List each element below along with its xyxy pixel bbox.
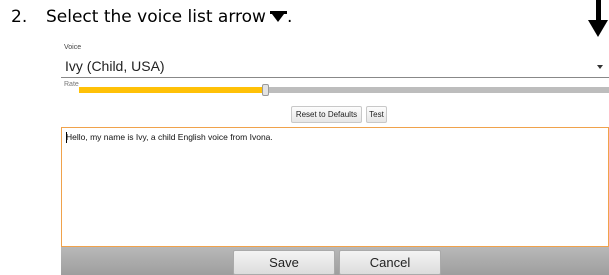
test-button[interactable]: Test xyxy=(366,106,387,123)
instruction: 2. Select the voice list arrow. xyxy=(0,0,609,40)
voice-selected-value: Ivy (Child, USA) xyxy=(65,58,165,74)
instruction-label: Select the voice list arrow xyxy=(46,7,266,27)
voice-select[interactable]: Ivy (Child, USA) xyxy=(61,53,609,77)
voice-list-arrow-icon[interactable] xyxy=(597,65,603,69)
rate-caption: Rate xyxy=(64,81,79,88)
save-button[interactable]: Save xyxy=(233,250,335,275)
rate-slider-fill xyxy=(79,87,265,93)
step-number: 2. xyxy=(11,7,28,27)
voice-caption: Voice xyxy=(64,44,82,51)
dialog-button-bar: Save Cancel xyxy=(61,247,609,275)
instruction-text: Select the voice list arrow. xyxy=(46,7,292,27)
sample-text-value: Hello, my name is Ivy, a child English v… xyxy=(66,132,273,142)
voice-settings-panel: Voice Ivy (Child, USA) Rate Reset to Def… xyxy=(61,43,609,275)
down-arrow-pointer-icon xyxy=(588,0,609,38)
voice-select-underline xyxy=(61,77,609,78)
rate-slider-thumb[interactable] xyxy=(262,84,269,96)
rate-slider[interactable] xyxy=(79,84,609,96)
instruction-period: . xyxy=(286,7,293,27)
sample-text-field[interactable]: Hello, my name is Ivy, a child English v… xyxy=(61,127,609,247)
dropdown-arrow-icon xyxy=(269,9,287,23)
cancel-button[interactable]: Cancel xyxy=(339,250,441,275)
reset-to-defaults-button[interactable]: Reset to Defaults xyxy=(291,106,362,123)
